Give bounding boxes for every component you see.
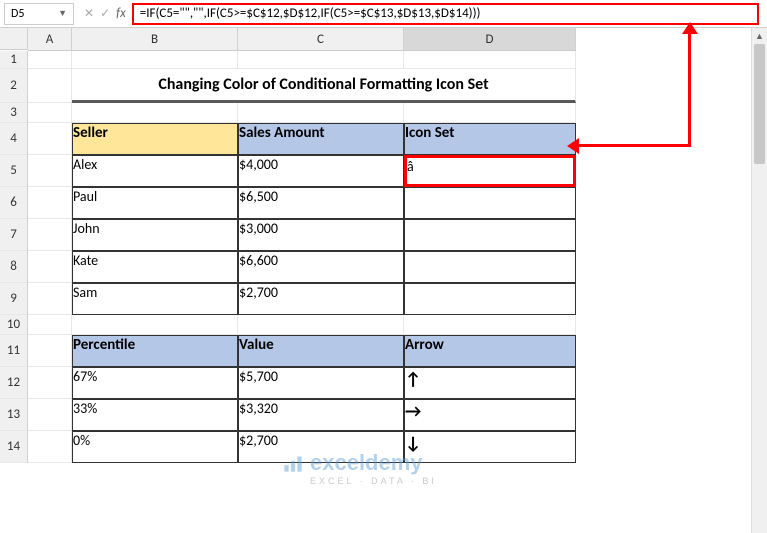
row-header-7[interactable]: 7 — [0, 219, 28, 251]
icon-cell[interactable] — [404, 219, 576, 251]
row-header-3[interactable]: 3 — [0, 103, 28, 123]
page-title[interactable]: Changing Color of Conditional Formatting… — [72, 69, 576, 103]
formula-text: =IF(C5="","",IF(C5>=$C$12,$D$12,IF(C5>=$… — [140, 6, 481, 21]
formula-bar: D5 ▼ ✕ ✓ fx =IF(C5="","",IF(C5>=$C$12,$D… — [0, 0, 767, 28]
row-header-2[interactable]: 2 — [0, 69, 28, 103]
row-header-5[interactable]: 5 — [0, 155, 28, 187]
cell[interactable] — [28, 283, 72, 315]
name-box-value: D5 — [11, 7, 24, 21]
cell[interactable] — [72, 315, 238, 335]
icon-cell[interactable] — [404, 251, 576, 283]
icon-cell[interactable] — [404, 187, 576, 219]
row-headers: 1 2 3 4 5 6 7 8 9 10 11 12 13 14 — [0, 51, 28, 463]
value-cell[interactable]: $3,320 — [238, 399, 404, 431]
logo-icon — [280, 450, 306, 476]
formula-toolbar: ✕ ✓ fx — [78, 6, 132, 21]
cell[interactable] — [238, 51, 404, 69]
chevron-down-icon[interactable]: ▼ — [58, 8, 67, 19]
row-header-13[interactable]: 13 — [0, 399, 28, 431]
header-value[interactable]: Value — [238, 335, 404, 367]
row-header-1[interactable]: 1 — [0, 51, 28, 69]
scroll-up-icon[interactable]: ▲ — [752, 28, 767, 44]
cell[interactable] — [28, 367, 72, 399]
row-header-4[interactable]: 4 — [0, 123, 28, 155]
formula-input[interactable]: =IF(C5="","",IF(C5>=$C$12,$D$12,IF(C5>=$… — [132, 3, 759, 25]
seller-amount[interactable]: $6,500 — [238, 187, 404, 219]
cell[interactable] — [28, 69, 72, 103]
pct-cell[interactable]: 0% — [72, 431, 238, 463]
col-header-c[interactable]: C — [238, 28, 404, 50]
header-sales[interactable]: Sales Amount — [238, 123, 404, 155]
cell[interactable] — [28, 335, 72, 367]
cell[interactable] — [404, 103, 576, 123]
row-header-6[interactable]: 6 — [0, 187, 28, 219]
watermark-title: exceldemy — [310, 450, 423, 476]
cell[interactable] — [28, 103, 72, 123]
row-header-8[interactable]: 8 — [0, 251, 28, 283]
cell[interactable] — [28, 123, 72, 155]
callout-line — [576, 144, 691, 147]
callout-line — [688, 28, 691, 146]
arrow-up-icon[interactable]: ↑ — [404, 367, 576, 399]
watermark-sub: EXCEL · DATA · BI — [310, 476, 437, 486]
header-seller[interactable]: Seller — [72, 123, 238, 155]
column-header-row: A B C D — [0, 28, 767, 51]
header-arrow[interactable]: Arrow — [404, 335, 576, 367]
cell[interactable] — [28, 399, 72, 431]
callout-arrowhead-icon — [567, 138, 579, 154]
row-header-12[interactable]: 12 — [0, 367, 28, 399]
col-header-d[interactable]: D — [404, 28, 576, 50]
cell[interactable] — [28, 219, 72, 251]
vertical-scrollbar[interactable]: ▲ — [751, 28, 767, 533]
pct-cell[interactable]: 33% — [72, 399, 238, 431]
cancel-icon[interactable]: ✕ — [84, 6, 94, 21]
enter-icon[interactable]: ✓ — [100, 6, 110, 21]
row-header-14[interactable]: 14 — [0, 431, 28, 463]
cell[interactable] — [28, 155, 72, 187]
arrow-right-icon[interactable]: → — [404, 399, 576, 431]
cell[interactable] — [28, 51, 72, 69]
seller-name[interactable]: Paul — [72, 187, 238, 219]
cell[interactable] — [404, 51, 576, 69]
seller-name[interactable]: Sam — [72, 283, 238, 315]
seller-amount[interactable]: $6,600 — [238, 251, 404, 283]
header-percentile[interactable]: Percentile — [72, 335, 238, 367]
select-all-corner[interactable] — [0, 28, 28, 50]
cell[interactable] — [72, 51, 238, 69]
seller-amount[interactable]: $3,000 — [238, 219, 404, 251]
pct-cell[interactable]: 67% — [72, 367, 238, 399]
col-header-a[interactable]: A — [28, 28, 72, 50]
cell[interactable] — [238, 103, 404, 123]
cell[interactable] — [28, 187, 72, 219]
cell[interactable] — [238, 315, 404, 335]
seller-name[interactable]: Kate — [72, 251, 238, 283]
cell[interactable] — [28, 315, 72, 335]
seller-amount[interactable]: $4,000 — [238, 155, 404, 187]
row-header-11[interactable]: 11 — [0, 335, 28, 367]
cell[interactable] — [404, 315, 576, 335]
row-header-10[interactable]: 10 — [0, 315, 28, 335]
fx-icon[interactable]: fx — [116, 6, 126, 21]
cell[interactable] — [72, 103, 238, 123]
scroll-thumb[interactable] — [754, 44, 765, 164]
header-icon[interactable]: Icon Set — [404, 123, 576, 155]
value-cell[interactable]: $5,700 — [238, 367, 404, 399]
seller-name[interactable]: John — [72, 219, 238, 251]
seller-name[interactable]: Alex — [72, 155, 238, 187]
spreadsheet-grid: 1 2 3 4 5 6 7 8 9 10 11 12 13 14 Changin… — [0, 51, 767, 463]
cell[interactable] — [28, 251, 72, 283]
row-header-9[interactable]: 9 — [0, 283, 28, 315]
seller-amount[interactable]: $2,700 — [238, 283, 404, 315]
icon-cell[interactable] — [404, 283, 576, 315]
watermark: exceldemy EXCEL · DATA · BI — [280, 450, 437, 486]
callout-arrowhead-icon — [682, 22, 698, 34]
col-header-b[interactable]: B — [72, 28, 238, 50]
name-box[interactable]: D5 ▼ — [4, 3, 74, 25]
selected-cell-d5[interactable]: â — [404, 155, 576, 187]
cell[interactable] — [28, 431, 72, 463]
